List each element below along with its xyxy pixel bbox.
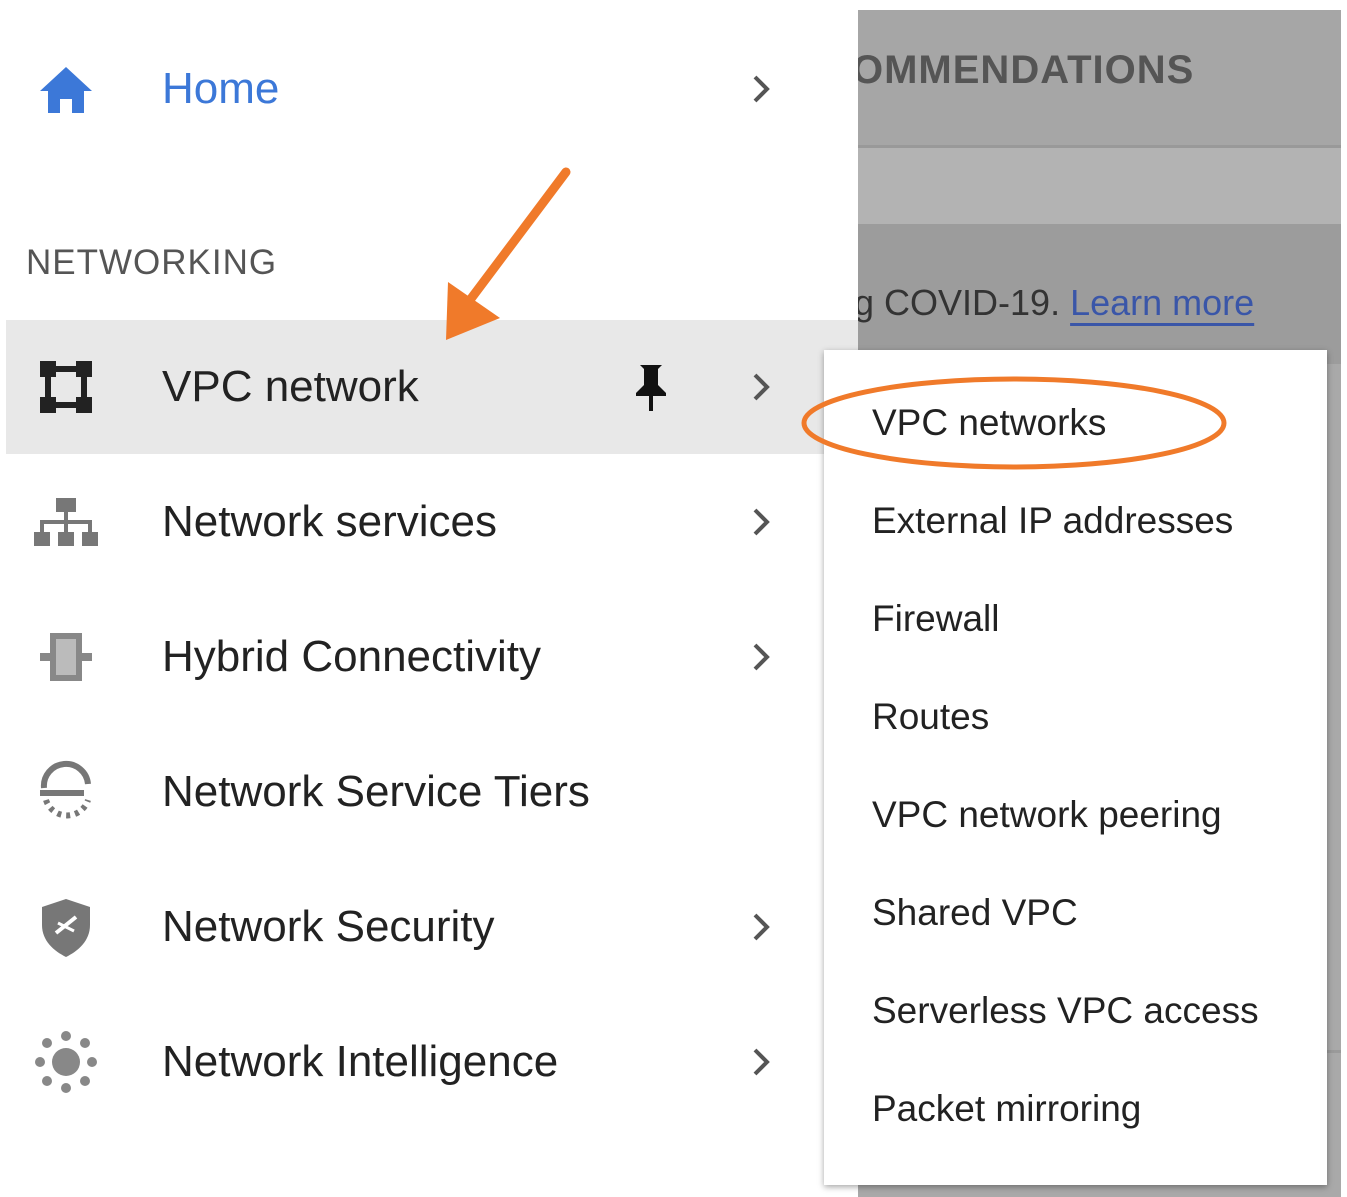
chevron-right-icon: [746, 367, 776, 407]
nav-item-label: Hybrid Connectivity: [162, 632, 542, 681]
network-service-tiers-icon: [32, 758, 100, 826]
nav-item-vpc-network[interactable]: VPC network: [6, 320, 858, 454]
nav-item-network-intelligence[interactable]: Network Intelligence: [6, 995, 858, 1129]
chevron-right-icon: [746, 637, 776, 677]
submenu-item-routes[interactable]: Routes: [872, 696, 989, 738]
nav-item-label: VPC network: [162, 362, 419, 411]
background-band: [858, 148, 1341, 224]
home-icon: [32, 55, 100, 123]
nav-item-home[interactable]: Home: [6, 22, 858, 156]
network-services-icon: [32, 488, 100, 556]
nav-item-network-services[interactable]: Network services: [6, 455, 858, 589]
submenu-item-shared-vpc[interactable]: Shared VPC: [872, 892, 1078, 934]
submenu-item-packet-mirroring[interactable]: Packet mirroring: [872, 1088, 1141, 1130]
vpc-network-submenu: VPC networks External IP addresses Firew…: [824, 350, 1327, 1185]
nav-item-network-service-tiers[interactable]: Network Service Tiers: [6, 725, 858, 859]
submenu-item-firewall[interactable]: Firewall: [872, 598, 999, 640]
background-header: OMMENDATIONS: [858, 10, 1341, 148]
background-tab-recommendations: OMMENDATIONS: [858, 48, 1195, 92]
network-security-icon: [32, 893, 100, 961]
pin-icon[interactable]: [628, 361, 674, 413]
submenu-item-external-ip-addresses[interactable]: External IP addresses: [872, 500, 1233, 542]
nav-item-label: Network Service Tiers: [162, 767, 590, 816]
learn-more-link[interactable]: Learn more: [1070, 282, 1254, 323]
vpc-network-icon: [32, 353, 100, 421]
network-intelligence-icon: [32, 1028, 100, 1096]
submenu-item-vpc-network-peering[interactable]: VPC network peering: [872, 794, 1222, 836]
nav-item-label: Home: [162, 64, 280, 113]
nav-item-label: Network Intelligence: [162, 1037, 559, 1086]
nav-item-network-security[interactable]: Network Security: [6, 860, 858, 994]
nav-item-hybrid-connectivity[interactable]: Hybrid Connectivity: [6, 590, 858, 724]
chevron-right-icon: [746, 69, 776, 109]
chevron-right-icon: [746, 502, 776, 542]
nav-item-label: Network services: [162, 497, 497, 546]
hybrid-connectivity-icon: [32, 623, 100, 691]
section-heading-networking: NETWORKING: [26, 243, 278, 282]
submenu-item-vpc-networks[interactable]: VPC networks: [872, 402, 1106, 444]
nav-item-label: Network Security: [162, 902, 495, 951]
background-banner: g COVID-19. Learn more: [858, 224, 1341, 364]
chevron-right-icon: [746, 907, 776, 947]
navigation-menu: Home NETWORKING VPC network Network serv…: [0, 0, 858, 1197]
banner-text: g COVID-19. Learn more: [858, 282, 1254, 324]
banner-message: g COVID-19.: [858, 282, 1061, 323]
chevron-right-icon: [746, 1042, 776, 1082]
submenu-item-serverless-vpc-access[interactable]: Serverless VPC access: [872, 990, 1259, 1032]
